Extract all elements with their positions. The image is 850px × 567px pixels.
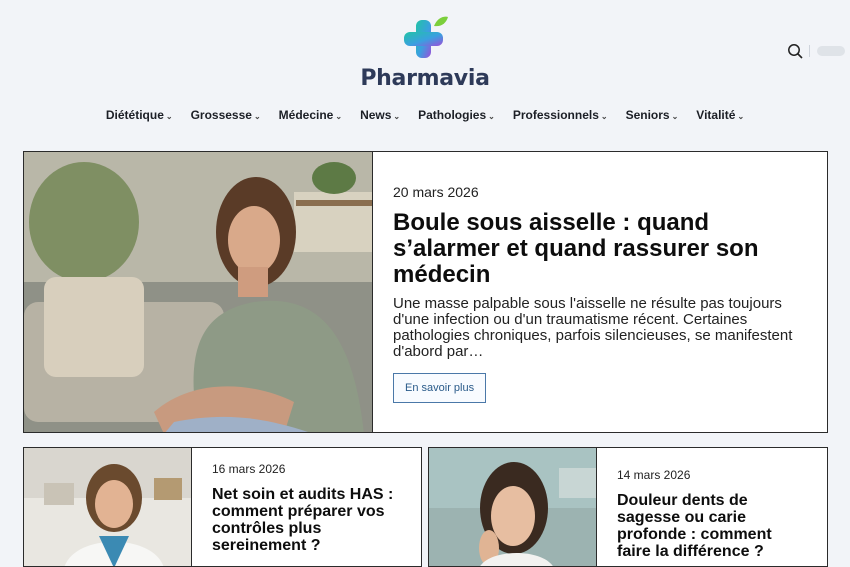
article-card-date: 16 mars 2026 xyxy=(212,462,286,476)
chevron-down-icon: ⌄ xyxy=(737,111,745,121)
featured-article-title[interactable]: Boule sous aisselle : quand s’alarmer et… xyxy=(393,210,807,288)
nav-item-pathologies[interactable]: Pathologies ⌄ xyxy=(418,108,495,122)
nav-item-dietetique[interactable]: Diététique ⌄ xyxy=(106,108,173,122)
article-card-title[interactable]: Net soin et audits HAS : comment prépare… xyxy=(212,486,407,554)
header-divider xyxy=(809,45,810,57)
nav-item-medecine[interactable]: Médecine ⌄ xyxy=(279,108,342,122)
read-more-button[interactable]: En savoir plus xyxy=(393,373,487,403)
chevron-down-icon: ⌄ xyxy=(393,111,401,121)
chevron-down-icon: ⌄ xyxy=(671,111,679,121)
search-icon[interactable] xyxy=(787,43,803,59)
nav-item-seniors[interactable]: Seniors ⌄ xyxy=(626,108,679,122)
main-nav: Diététique ⌄ Grossesse ⌄ Médecine ⌄ News ⌄ P… xyxy=(0,108,850,122)
featured-article: 20 mars 2026 Boule sous aisselle : quand… xyxy=(23,151,828,433)
article-card: 16 mars 2026 Net soin et audits HAS : co… xyxy=(23,447,422,567)
brand-name: Pharmavia xyxy=(360,66,490,91)
site-header: Pharmavia Diététique ⌄ Grossesse ⌄ Médecin… xyxy=(0,0,850,150)
chevron-down-icon: ⌄ xyxy=(165,111,173,121)
article-card: 14 mars 2026 Douleur dents de sagesse ou… xyxy=(428,447,828,567)
article-card-image[interactable] xyxy=(24,448,192,566)
chevron-down-icon: ⌄ xyxy=(253,111,261,121)
theme-toggle[interactable] xyxy=(817,46,845,56)
featured-article-image[interactable] xyxy=(24,152,373,432)
article-card-image[interactable] xyxy=(429,448,597,566)
logo-cross-icon xyxy=(404,16,448,58)
featured-article-body: 20 mars 2026 Boule sous aisselle : quand… xyxy=(373,152,827,432)
featured-article-date: 20 mars 2026 xyxy=(393,184,479,200)
nav-item-news[interactable]: News ⌄ xyxy=(360,108,400,122)
article-card-body: 16 mars 2026 Net soin et audits HAS : co… xyxy=(192,448,421,566)
chevron-down-icon: ⌄ xyxy=(335,111,343,121)
chevron-down-icon: ⌄ xyxy=(488,111,495,121)
nav-item-vitalite[interactable]: Vitalité ⌄ xyxy=(696,108,744,122)
nav-item-grossesse[interactable]: Grossesse ⌄ xyxy=(191,108,261,122)
chevron-down-icon: ⌄ xyxy=(600,111,608,121)
site-logo[interactable]: Pharmavia xyxy=(0,14,850,91)
article-card-body: 14 mars 2026 Douleur dents de sagesse ou… xyxy=(597,448,827,566)
article-card-date: 14 mars 2026 xyxy=(617,468,691,482)
nav-item-professionnels[interactable]: Professionnels ⌄ xyxy=(513,108,608,122)
featured-article-excerpt: Une masse palpable sous l'aisselle ne ré… xyxy=(393,295,793,360)
